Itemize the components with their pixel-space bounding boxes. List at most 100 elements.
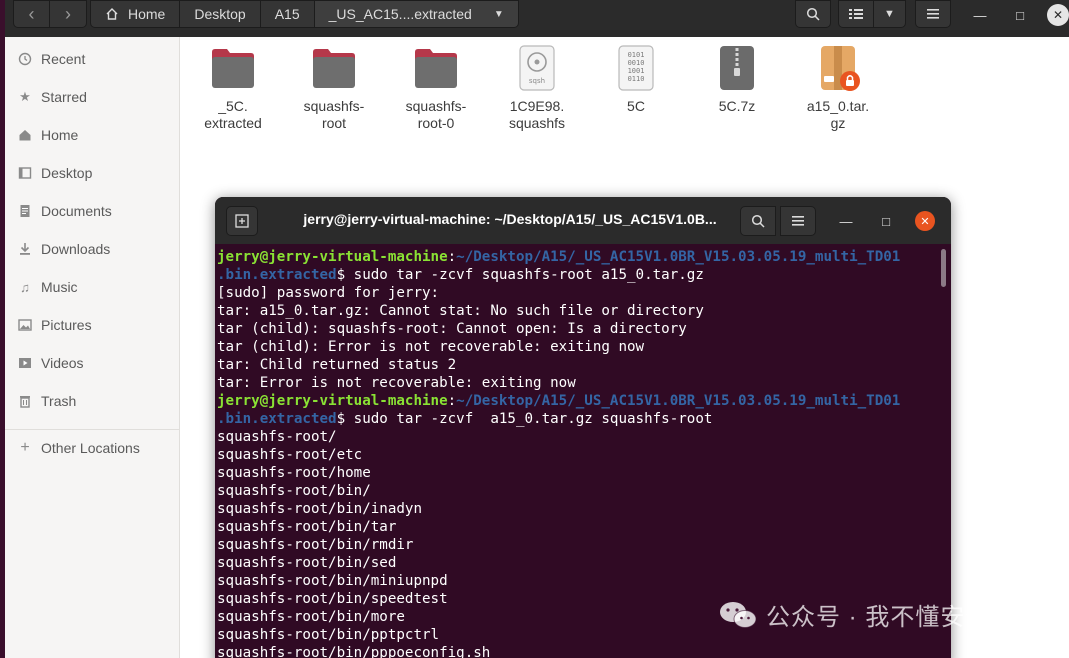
sidebar-item-label: Pictures [41,317,92,333]
file-name: root-0 [417,115,455,131]
close-button[interactable]: ✕ [1047,4,1069,26]
home-icon [19,130,31,141]
forward-button[interactable]: › [50,0,87,28]
sidebar-item-label: Music [41,279,78,295]
search-button[interactable] [795,0,831,28]
folder-icon [415,49,457,88]
trash-icon [20,396,30,408]
list-view-icon [849,9,863,19]
svg-text:0010: 0010 [628,59,645,67]
binary-file-icon: 0101 0010 1001 0110 [618,45,654,91]
sidebar-item-videos[interactable]: Videos [5,344,180,382]
prompt-path: .bin.extracted [217,267,337,283]
sidebar-item-trash[interactable]: Trash [5,382,180,420]
sidebar-item-label: Downloads [41,241,111,257]
file-name: squashfs- [405,98,467,114]
terminal-header-bar: jerry@jerry-virtual-machine: ~/Desktop/A… [215,197,951,244]
breadcrumb-desktop[interactable]: Desktop [180,0,261,28]
terminal-search-button[interactable] [740,206,776,236]
terminal-close-button[interactable]: ✕ [915,211,935,231]
terminal-maximize-button[interactable]: □ [875,210,897,232]
file-item-folder[interactable]: squashfs- root [289,44,379,132]
sidebar-item-label: Desktop [41,165,93,181]
output-line: squashfs-root/bin/sed [217,555,397,571]
output-line: squashfs-root/bin/tar [217,519,397,535]
chevron-down-icon: ▼ [493,8,504,20]
sidebar-item-label: Videos [41,355,84,371]
file-item-locked-archive[interactable]: a15_0.tar. gz [793,44,883,132]
home-icon [106,8,118,20]
sidebar-item-recent[interactable]: Recent [5,40,180,78]
prompt-path: ~/Desktop/A15/_US_AC15V1.0BR_V15.03.05.1… [456,249,901,265]
sidebar-item-music[interactable]: ♫ Music [5,268,180,306]
svg-text:0110: 0110 [628,75,645,83]
command-text: $ sudo tar -zcvf squashfs-root a15_0.tar… [336,267,704,283]
clock-icon [18,52,32,66]
breadcrumb-label: Desktop [194,6,246,22]
header-bar: ‹ › Home Desktop A15 _US_AC15....extract… [5,0,1069,37]
file-name: squashfs- [303,98,365,114]
file-name: extracted [204,115,262,131]
chevron-down-icon: ▼ [884,8,895,20]
sidebar-item-starred[interactable]: ★ Starred [5,78,180,116]
prompt-user: jerry@jerry-virtual-machine [217,249,448,265]
maximize-button[interactable]: □ [1009,4,1031,26]
breadcrumb-label: Home [128,6,166,22]
breadcrumb-current[interactable]: _US_AC15....extracted ▼ [314,0,519,28]
terminal-line: jerry@jerry-virtual-machine:~/Desktop/A1… [217,249,901,265]
sidebar-item-label: Trash [41,393,77,409]
chevron-left-icon: ‹ [28,3,35,24]
prompt-user: jerry@jerry-virtual-machine [217,393,448,409]
maximize-icon: □ [882,213,890,229]
terminal-line: .bin.extracted$ sudo tar -zcvf a15_0.tar… [217,410,939,428]
sidebar-item-other-locations[interactable]: + Other Locations [5,429,180,467]
sidebar-item-desktop[interactable]: Desktop [5,154,180,192]
output-line: squashfs-root/bin/miniupnpd [217,573,448,589]
file-item-folder[interactable]: _5C. extracted [188,44,278,132]
output-line: squashfs-root/bin/inadyn [217,501,422,517]
breadcrumb-a15[interactable]: A15 [260,0,315,28]
document-icon [20,205,30,217]
sidebar-item-label: Other Locations [41,440,140,456]
output-line: [sudo] password for jerry: [217,285,440,301]
output-line: squashfs-root/bin/ [217,483,371,499]
terminal-line: jerry@jerry-virtual-machine:~/Desktop/A1… [217,393,901,409]
sidebar-item-home[interactable]: Home [5,116,180,154]
sidebar-item-documents[interactable]: Documents [5,192,180,230]
file-item-archive[interactable]: 5C.7z [692,44,782,115]
minimize-button[interactable]: — [969,4,991,26]
folder-icon [313,49,355,88]
breadcrumb-label: _US_AC15....extracted [328,6,472,22]
file-name: _5C. [218,98,248,114]
file-item-squashfs[interactable]: sqsh 1C9E98. squashfs [492,44,582,132]
file-item-binary[interactable]: 0101 0010 1001 0110 5C [591,44,681,115]
file-item-folder[interactable]: squashfs- root-0 [391,44,481,132]
svg-text:sqsh: sqsh [529,77,545,85]
chevron-right-icon: › [65,3,71,24]
archive-icon [720,46,754,90]
search-icon [806,7,820,21]
new-tab-button[interactable] [226,206,258,236]
breadcrumb-home[interactable]: Home [90,0,181,28]
terminal-scrollbar[interactable] [941,249,946,287]
new-tab-icon [235,214,249,228]
terminal-minimize-button[interactable]: — [835,210,857,232]
sidebar-item-downloads[interactable]: Downloads [5,230,180,268]
archive-icon [821,46,860,91]
view-options-button[interactable]: ▼ [874,0,906,28]
file-name: 5C [627,98,645,114]
sidebar-item-pictures[interactable]: Pictures [5,306,180,344]
output-line: tar: Child returned status 2 [217,357,457,373]
output-line: squashfs-root/home [217,465,371,481]
command-text: $ sudo tar -zcvf a15_0.tar.gz squashfs-r… [336,411,713,427]
view-toggle-button[interactable] [838,0,874,28]
back-button[interactable]: ‹ [13,0,50,28]
download-icon [20,243,30,255]
prompt-path: .bin.extracted [217,411,337,427]
menu-button[interactable] [915,0,951,28]
menu-group [915,0,951,28]
terminal-menu-button[interactable] [780,206,816,236]
terminal-window[interactable]: jerry@jerry-virtual-machine: ~/Desktop/A… [215,197,951,658]
sidebar-item-label: Documents [41,203,112,219]
picture-icon [18,319,32,331]
